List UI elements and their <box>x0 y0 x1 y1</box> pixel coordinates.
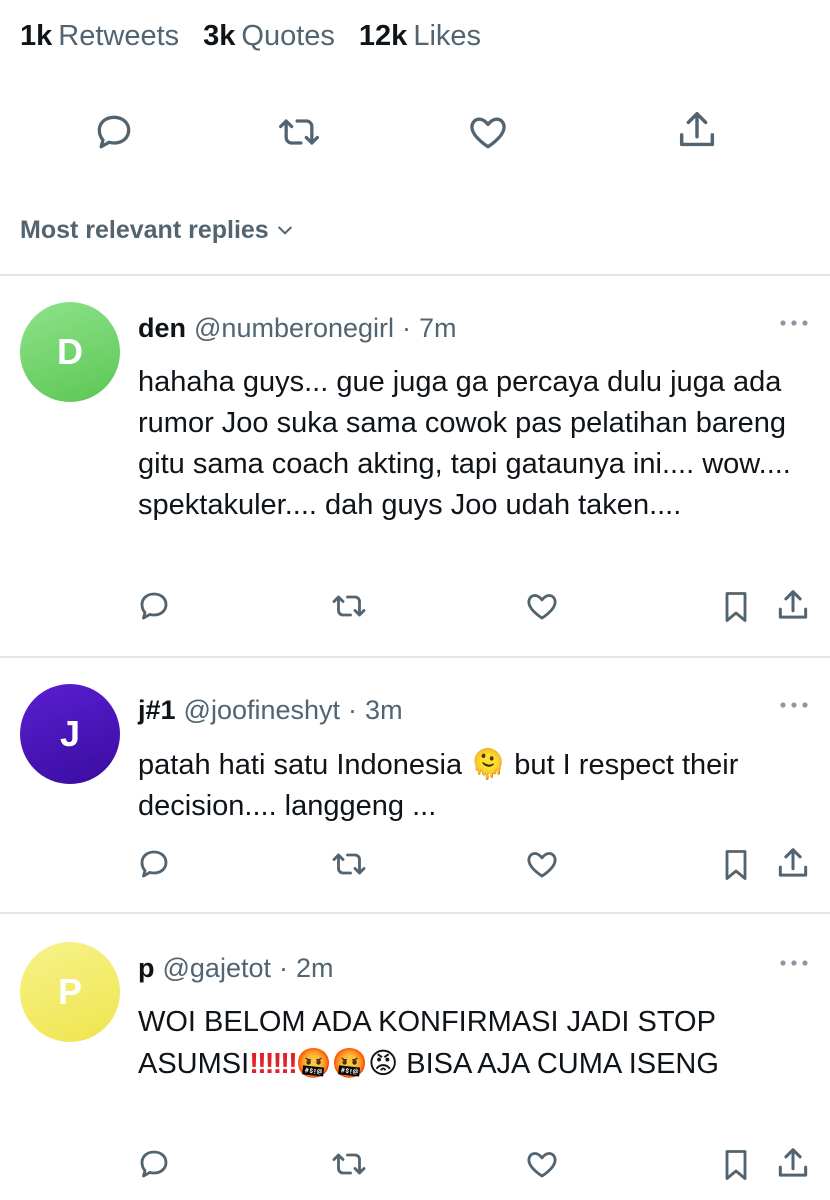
more-options-icon[interactable] <box>778 316 810 334</box>
reply-text: WOI BELOM ADA KONFIRMASI JADI STOP ASUMSI… <box>138 1002 808 1085</box>
retweet-icon[interactable] <box>330 1146 368 1182</box>
share-icon[interactable] <box>674 108 720 154</box>
reply-action-bar <box>0 1146 830 1186</box>
like-icon[interactable] <box>524 1146 560 1182</box>
reply-timestamp[interactable]: 7m <box>419 313 457 344</box>
reply-text-part: BISA AJA CUMA ISENG <box>398 1048 719 1080</box>
reply-author-name[interactable]: den <box>138 313 186 344</box>
like-icon[interactable] <box>524 588 560 624</box>
reply-timestamp[interactable]: 3m <box>365 695 403 726</box>
reply-icon[interactable] <box>136 846 172 882</box>
sort-label: Most relevant replies <box>20 215 269 244</box>
avatar[interactable]: J <box>20 684 120 784</box>
reply-action-bar <box>0 588 830 628</box>
avatar-letter: J <box>59 713 81 754</box>
reply-author-name[interactable]: p <box>138 953 155 984</box>
retweets-count: 1k <box>20 19 53 52</box>
double-exclamation-emoji: ‼‼‼ <box>249 1048 298 1080</box>
bookmark-icon[interactable] <box>718 1146 754 1184</box>
retweets-stat[interactable]: 1k Retweets <box>20 20 179 53</box>
reply-author-name[interactable]: j#1 <box>138 695 176 726</box>
tweet-action-bar <box>0 108 830 156</box>
reply-header: den @numberonegirl · 7m <box>138 308 457 348</box>
separator-dot: · <box>402 312 412 343</box>
avatar[interactable]: D <box>20 302 120 402</box>
reply-item[interactable]: P p @gajetot · 2m WOI BELOM ADA KONFIRMA… <box>0 914 830 1200</box>
bookmark-icon[interactable] <box>718 588 754 626</box>
like-icon[interactable] <box>466 110 510 154</box>
likes-stat[interactable]: 12k Likes <box>359 20 481 53</box>
melting-face-emoji: 🫠 <box>470 747 507 781</box>
share-icon[interactable] <box>774 844 812 884</box>
angry-face-emojis: 🤬🤬😡 <box>295 1046 399 1080</box>
separator-dot: · <box>348 694 358 725</box>
separator-dot: · <box>278 952 288 983</box>
quotes-label: Quotes <box>241 19 335 52</box>
avatar[interactable]: P <box>20 942 120 1042</box>
retweet-icon[interactable] <box>330 846 368 882</box>
reply-text-part: ASUMSI <box>138 1048 250 1080</box>
share-icon[interactable] <box>774 586 812 626</box>
reply-author-handle[interactable]: @numberonegirl <box>194 313 394 344</box>
chevron-down-icon <box>277 226 292 235</box>
reply-author-handle[interactable]: @gajetot <box>163 953 271 984</box>
avatar-letter: P <box>57 971 82 1012</box>
reply-text-part: WOI BELOM ADA KONFIRMASI JADI STOP <box>138 1006 716 1038</box>
reply-item[interactable]: D den @numberonegirl · 7m hahaha guys...… <box>0 276 830 656</box>
likes-label: Likes <box>413 19 482 52</box>
quotes-stat[interactable]: 3k Quotes <box>203 20 335 53</box>
reply-text-part: patah hati satu Indonesia <box>138 749 471 781</box>
reply-action-bar <box>0 846 830 886</box>
more-options-icon[interactable] <box>778 956 810 974</box>
replies-sort-selector[interactable]: Most relevant replies <box>20 208 295 252</box>
reply-icon[interactable] <box>92 110 136 154</box>
retweet-icon[interactable] <box>276 110 322 154</box>
likes-count: 12k <box>358 19 408 52</box>
reply-author-handle[interactable]: @joofineshyt <box>184 695 341 726</box>
more-options-icon[interactable] <box>778 698 810 716</box>
avatar-letter: D <box>57 331 83 372</box>
reply-timestamp[interactable]: 2m <box>296 953 334 984</box>
like-icon[interactable] <box>524 846 560 882</box>
bookmark-icon[interactable] <box>718 846 754 884</box>
reply-text: patah hati satu Indonesia 🫠 but I respec… <box>138 744 808 827</box>
reply-header: p @gajetot · 2m <box>138 948 334 988</box>
share-icon[interactable] <box>774 1144 812 1184</box>
reply-text: hahaha guys... gue juga ga percaya dulu … <box>138 366 799 521</box>
quotes-count: 3k <box>203 19 236 52</box>
reply-header: j#1 @joofineshyt · 3m <box>138 690 403 730</box>
retweets-label: Retweets <box>58 19 180 52</box>
reply-icon[interactable] <box>136 588 172 624</box>
retweet-icon[interactable] <box>330 588 368 624</box>
tweet-stats: 1k Retweets 3k Quotes 12k Likes <box>20 14 505 58</box>
reply-icon[interactable] <box>136 1146 172 1182</box>
reply-item[interactable]: J j#1 @joofineshyt · 3m patah hati satu … <box>0 658 830 912</box>
